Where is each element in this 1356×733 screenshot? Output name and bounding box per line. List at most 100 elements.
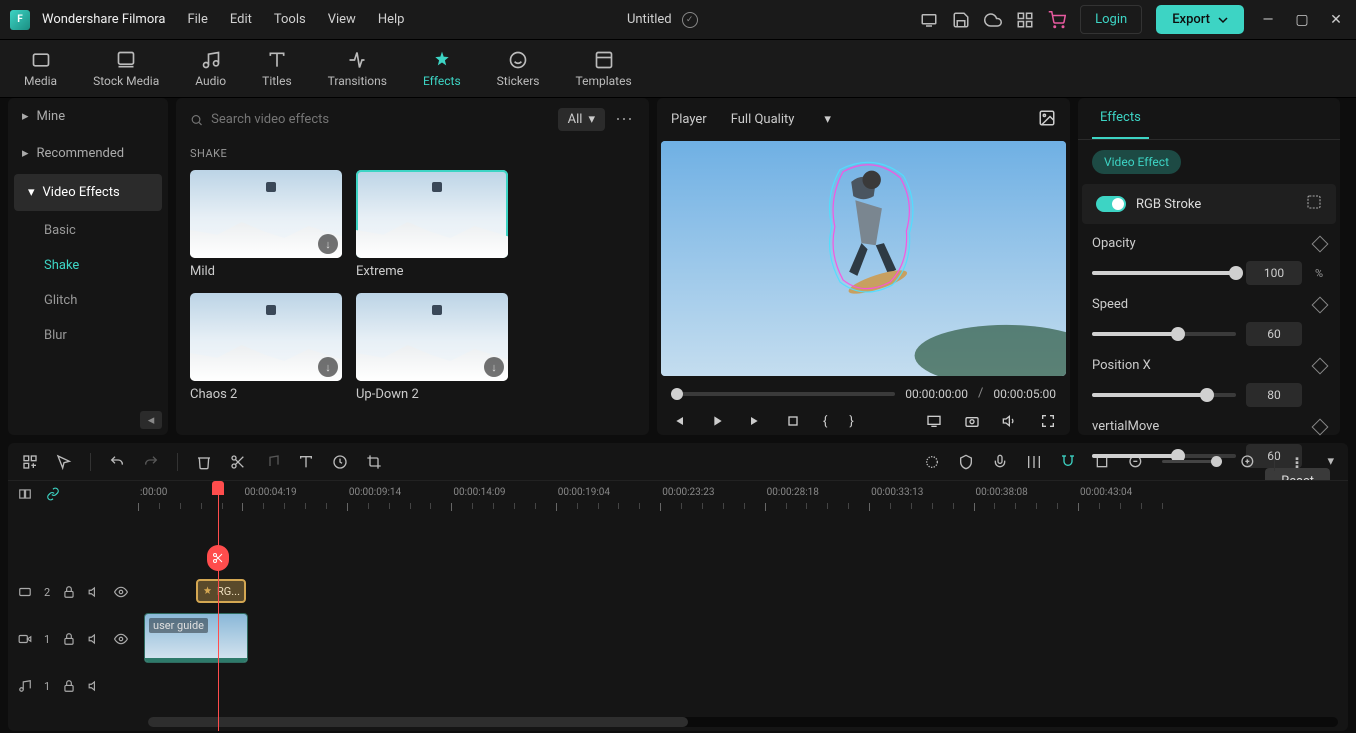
video-clip[interactable]: user guide [144, 613, 248, 663]
stop-button[interactable] [785, 413, 801, 429]
tl-match-cut-icon[interactable] [18, 487, 32, 505]
prop-value[interactable]: 100 [1246, 261, 1302, 285]
cut-marker[interactable] [207, 545, 229, 571]
sidebar-sub-glitch[interactable]: Glitch [8, 283, 168, 318]
keyframe-button[interactable] [1312, 357, 1329, 374]
menu-tools[interactable]: Tools [274, 12, 306, 27]
maximize-button[interactable]: ▢ [1292, 12, 1312, 28]
lock-icon[interactable] [62, 585, 76, 599]
tab-stickers[interactable]: Stickers [491, 46, 546, 92]
tl-zoom-slider[interactable] [1162, 460, 1222, 463]
tl-color-button[interactable] [924, 454, 940, 470]
sidebar-collapse-button[interactable]: ◂ [140, 411, 162, 429]
prop-value[interactable]: 60 [1246, 322, 1302, 346]
minimize-button[interactable]: — [1258, 12, 1278, 28]
close-button[interactable]: ✕ [1326, 12, 1346, 28]
cart-icon[interactable] [1048, 11, 1066, 29]
eye-icon[interactable] [114, 585, 128, 599]
download-icon[interactable]: ↓ [318, 234, 338, 254]
effect-clip[interactable]: RG... [196, 579, 246, 603]
menu-view[interactable]: View [328, 12, 356, 27]
tl-audio-button[interactable] [264, 454, 280, 470]
tl-add-track-button[interactable] [22, 454, 38, 470]
export-button[interactable]: Export [1156, 5, 1244, 34]
eye-icon[interactable] [114, 632, 128, 646]
grid-icon[interactable] [1016, 11, 1034, 29]
tl-delete-button[interactable] [196, 454, 212, 470]
sidebar-recommended[interactable]: ▸Recommended [8, 135, 168, 172]
tab-transitions[interactable]: Transitions [322, 46, 393, 92]
menu-file[interactable]: File [187, 12, 207, 27]
tl-undo-button[interactable] [109, 454, 125, 470]
prev-frame-button[interactable] [671, 413, 687, 429]
tl-link-icon[interactable] [46, 487, 60, 505]
lock-icon[interactable] [62, 632, 76, 646]
tab-media[interactable]: Media [18, 46, 63, 92]
props-tab-effects[interactable]: Effects [1078, 98, 1340, 140]
mark-out-button[interactable]: } [849, 414, 853, 429]
video-effect-chip[interactable]: Video Effect [1092, 150, 1181, 174]
fullscreen-icon[interactable] [1040, 413, 1056, 429]
save-icon[interactable] [952, 11, 970, 29]
timeline-hscroll[interactable] [148, 717, 1338, 727]
filter-dropdown[interactable]: All▾ [558, 108, 605, 131]
keyframe-button[interactable] [1312, 235, 1329, 252]
prop-slider[interactable] [1092, 332, 1236, 336]
download-icon[interactable]: ↓ [484, 357, 504, 377]
tab-stock-media[interactable]: Stock Media [87, 46, 165, 92]
prop-slider[interactable] [1092, 271, 1236, 275]
track-head-video[interactable]: 1 [8, 611, 138, 667]
lock-icon[interactable] [62, 679, 76, 693]
track-head-audio[interactable]: 1 [8, 667, 138, 705]
prop-slider[interactable] [1092, 393, 1236, 397]
mute-icon[interactable] [88, 632, 102, 646]
sidebar-video-effects[interactable]: ▾Video Effects [14, 174, 162, 211]
track-head-fx[interactable]: 2 [8, 573, 138, 611]
login-button[interactable]: Login [1080, 5, 1142, 34]
effect-thumb[interactable]: Extreme [356, 170, 508, 279]
tl-marker-button[interactable] [958, 454, 974, 470]
display-settings-icon[interactable] [926, 413, 942, 429]
next-frame-button[interactable] [747, 413, 763, 429]
sidebar-sub-blur[interactable]: Blur [8, 318, 168, 353]
tl-mixer-button[interactable] [1026, 454, 1042, 470]
tl-crop-button[interactable] [366, 454, 382, 470]
device-icon[interactable] [920, 11, 938, 29]
mask-icon[interactable] [1306, 194, 1322, 214]
sidebar-sub-shake[interactable]: Shake [8, 248, 168, 283]
tl-zoom-in-button[interactable] [1240, 454, 1256, 470]
tl-view-dropdown[interactable]: ▾ [1327, 454, 1334, 469]
sidebar-sub-basic[interactable]: Basic [8, 213, 168, 248]
tab-effects[interactable]: Effects [417, 46, 467, 92]
tl-split-button[interactable] [230, 454, 246, 470]
sidebar-mine[interactable]: ▸Mine [8, 98, 168, 135]
volume-icon[interactable] [1002, 413, 1018, 429]
tab-titles[interactable]: Titles [256, 46, 297, 92]
effect-thumb[interactable]: ↓Up-Down 2 [356, 293, 508, 402]
mark-in-button[interactable]: { [823, 414, 827, 429]
tl-mic-button[interactable] [992, 454, 1008, 470]
play-button[interactable] [709, 413, 725, 429]
preview-viewport[interactable] [661, 141, 1066, 376]
mute-icon[interactable] [88, 679, 102, 693]
tab-templates[interactable]: Templates [570, 46, 638, 92]
camera-icon[interactable] [964, 413, 980, 429]
tl-text-button[interactable] [298, 454, 314, 470]
cloud-icon[interactable] [984, 11, 1002, 29]
effect-toggle[interactable] [1096, 196, 1126, 212]
effect-thumb[interactable]: ↓Chaos 2 [190, 293, 342, 402]
tab-audio[interactable]: Audio [189, 46, 232, 92]
quality-dropdown[interactable]: Full Quality▾ [723, 108, 839, 131]
sync-status-icon[interactable]: ✓ [682, 12, 698, 28]
tl-magnet-button[interactable] [1060, 454, 1076, 470]
menu-edit[interactable]: Edit [230, 12, 252, 27]
download-icon[interactable]: ↓ [318, 357, 338, 377]
more-options-button[interactable]: ⋯ [615, 109, 635, 130]
keyframe-button[interactable] [1312, 418, 1329, 435]
tl-redo-button[interactable] [143, 454, 159, 470]
effect-thumb[interactable]: ↓Mild [190, 170, 342, 279]
menu-help[interactable]: Help [378, 12, 405, 27]
tl-speed-button[interactable] [332, 454, 348, 470]
tl-view-button[interactable] [1293, 454, 1309, 470]
prop-value[interactable]: 80 [1246, 383, 1302, 407]
